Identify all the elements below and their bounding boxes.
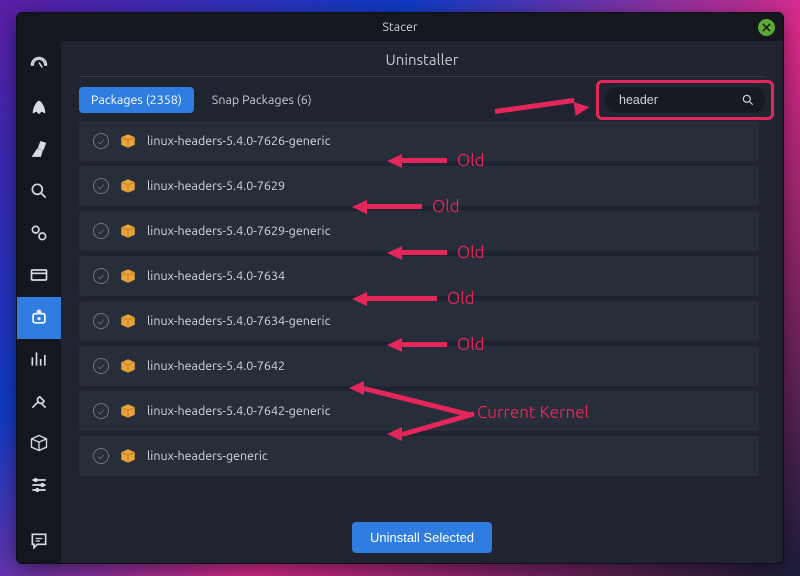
checkbox-icon[interactable]: ✓ bbox=[93, 358, 109, 374]
sidebar-search[interactable] bbox=[17, 171, 61, 213]
sidebar-services[interactable] bbox=[17, 213, 61, 255]
toolbar: Packages (2358) Snap Packages (6) bbox=[79, 87, 765, 113]
search-icon bbox=[741, 93, 755, 107]
checkbox-icon[interactable]: ✓ bbox=[93, 223, 109, 239]
sidebar-feedback[interactable] bbox=[17, 521, 61, 563]
box-icon bbox=[29, 433, 49, 456]
broom-icon bbox=[29, 139, 49, 162]
package-name: linux-headers-generic bbox=[147, 449, 268, 463]
gears-icon bbox=[29, 223, 49, 246]
rocket-icon bbox=[29, 97, 49, 120]
sidebar-processes[interactable] bbox=[17, 255, 61, 297]
sidebar-resources[interactable] bbox=[17, 339, 61, 381]
checkbox-icon[interactable]: ✓ bbox=[93, 133, 109, 149]
checkbox-icon[interactable]: ✓ bbox=[93, 268, 109, 284]
gauge-icon bbox=[29, 55, 49, 78]
tab-packages[interactable]: Packages (2358) bbox=[79, 87, 194, 113]
checkbox-icon[interactable]: ✓ bbox=[93, 403, 109, 419]
chart-icon bbox=[29, 349, 49, 372]
package-icon bbox=[119, 132, 137, 150]
tools-icon bbox=[29, 391, 49, 414]
sidebar-cleaner[interactable] bbox=[17, 129, 61, 171]
processes-icon bbox=[29, 265, 49, 288]
package-icon bbox=[119, 402, 137, 420]
sliders-icon bbox=[29, 475, 49, 498]
list-item[interactable]: ✓ linux-headers-5.4.0-7642 bbox=[79, 346, 759, 386]
close-button[interactable] bbox=[758, 19, 775, 36]
tab-snap-packages[interactable]: Snap Packages (6) bbox=[200, 87, 324, 113]
list-item[interactable]: ✓ linux-headers-5.4.0-7629 bbox=[79, 166, 759, 206]
package-name: linux-headers-5.4.0-7642-generic bbox=[147, 404, 330, 418]
package-icon bbox=[119, 177, 137, 195]
package-name: linux-headers-5.4.0-7634-generic bbox=[147, 314, 330, 328]
checkbox-icon[interactable]: ✓ bbox=[93, 448, 109, 464]
sidebar-startup[interactable] bbox=[17, 87, 61, 129]
package-icon bbox=[119, 267, 137, 285]
list-item[interactable]: ✓ linux-headers-5.4.0-7629-generic bbox=[79, 211, 759, 251]
sidebar-dashboard[interactable] bbox=[17, 45, 61, 87]
package-name: linux-headers-5.4.0-7634 bbox=[147, 269, 285, 283]
package-name: linux-headers-5.4.0-7629 bbox=[147, 179, 285, 193]
package-remove-icon bbox=[29, 307, 49, 330]
sidebar-uninstaller[interactable] bbox=[17, 297, 61, 339]
sidebar-settings[interactable] bbox=[17, 465, 61, 507]
package-icon bbox=[119, 222, 137, 240]
checkbox-icon[interactable]: ✓ bbox=[93, 178, 109, 194]
page-title: Uninstaller bbox=[79, 41, 765, 76]
sidebar-apt[interactable] bbox=[17, 423, 61, 465]
titlebar: Stacer bbox=[17, 13, 783, 41]
sidebar bbox=[17, 41, 61, 563]
package-name: linux-headers-5.4.0-7626-generic bbox=[147, 134, 330, 148]
list-item[interactable]: ✓ linux-headers-5.4.0-7626-generic bbox=[79, 121, 759, 161]
list-item[interactable]: ✓ linux-headers-5.4.0-7642-generic bbox=[79, 391, 759, 431]
package-list: ✓ linux-headers-5.4.0-7626-generic ✓ lin… bbox=[79, 121, 765, 512]
list-item[interactable]: ✓ linux-headers-5.4.0-7634-generic bbox=[79, 301, 759, 341]
window-title: Stacer bbox=[382, 20, 417, 34]
package-name: linux-headers-5.4.0-7642 bbox=[147, 359, 285, 373]
search-icon bbox=[29, 181, 49, 204]
list-item[interactable]: ✓ linux-headers-5.4.0-7634 bbox=[79, 256, 759, 296]
package-icon bbox=[119, 312, 137, 330]
checkbox-icon[interactable]: ✓ bbox=[93, 313, 109, 329]
package-name: linux-headers-5.4.0-7629-generic bbox=[147, 224, 330, 238]
feedback-icon bbox=[29, 531, 49, 554]
uninstall-selected-button[interactable]: Uninstall Selected bbox=[352, 522, 492, 553]
package-icon bbox=[119, 447, 137, 465]
sidebar-tools[interactable] bbox=[17, 381, 61, 423]
package-icon bbox=[119, 357, 137, 375]
list-item[interactable]: ✓ linux-headers-generic bbox=[79, 436, 759, 476]
divider bbox=[79, 76, 765, 77]
